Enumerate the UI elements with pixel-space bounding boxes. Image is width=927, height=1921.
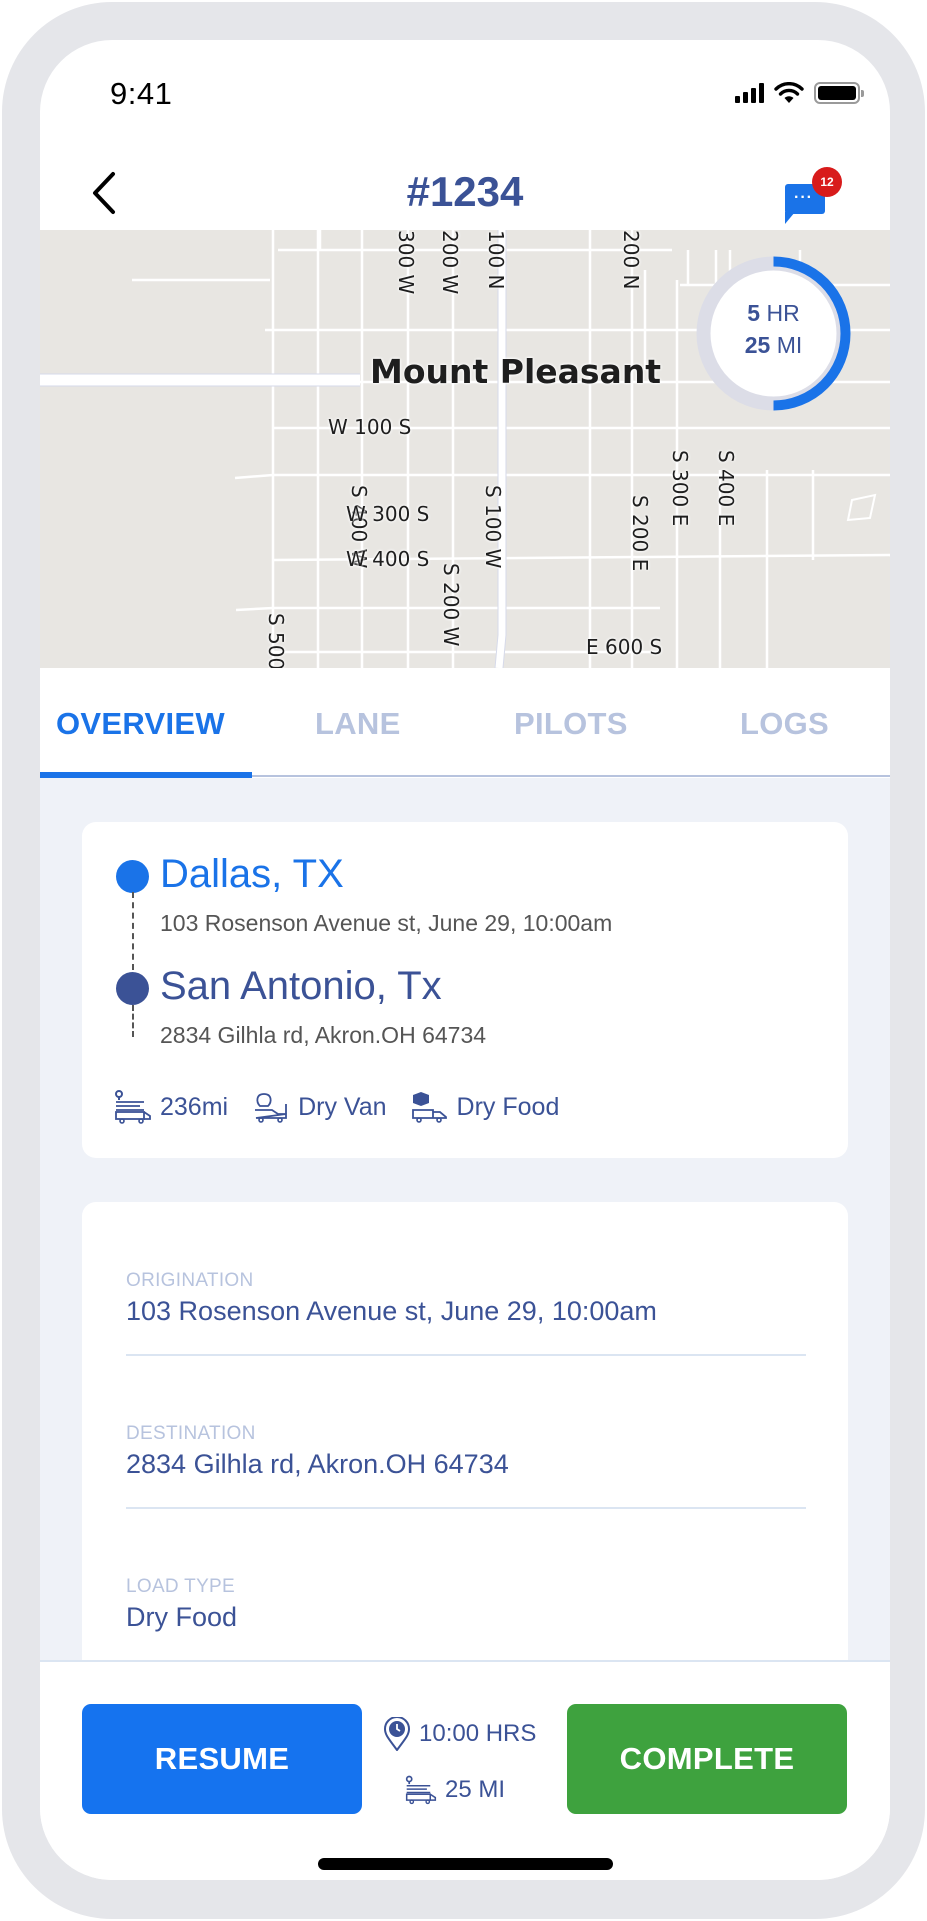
origination-value: 103 Rosenson Avenue st, June 29, 10:00am [126, 1296, 657, 1326]
map-view[interactable]: 300 W 200 W 100 N 200 N Mount Pleasant W… [40, 230, 890, 668]
route-meta: 236mi Dry Van Dry Food [114, 1090, 559, 1124]
map-street-label: 200 W [438, 230, 462, 295]
miles-value: 25 MI [445, 1776, 506, 1803]
tab-overview[interactable]: OVERVIEW [56, 706, 225, 742]
resume-button[interactable]: RESUME [82, 1704, 362, 1814]
load-type-field: LOAD TYPE Dry Food [126, 1576, 806, 1633]
origination-field: ORIGINATION 103 Rosenson Avenue st, June… [126, 1270, 806, 1327]
map-street-label: S 200 W [439, 563, 463, 647]
distance-meta: 236mi [114, 1090, 228, 1124]
route-dash-line [132, 1005, 134, 1037]
distance-label: 236mi [160, 1092, 229, 1121]
origination-label: ORIGINATION [126, 1270, 254, 1291]
load-label: Dry Food [456, 1092, 560, 1121]
map-street-label: W 100 S [328, 415, 412, 439]
clock-pin-icon [383, 1717, 411, 1751]
home-indicator[interactable] [318, 1858, 613, 1870]
miles-stat: 25 MI [383, 1770, 553, 1810]
tab-lane[interactable]: LANE [315, 706, 401, 742]
status-time: 9:41 [110, 76, 173, 111]
eta-progress-ring: 5 HR 25 MI [695, 255, 852, 412]
destination-field: DESTINATION 2834 Gilhla rd, Akron.OH 647… [126, 1423, 806, 1480]
tab-pilots[interactable]: PILOTS [514, 706, 628, 742]
wifi-icon [774, 82, 804, 103]
map-street-label: S 300 E [668, 450, 692, 527]
details-card: ORIGINATION 103 Rosenson Avenue st, June… [82, 1202, 848, 1722]
origin-dot-icon [116, 860, 149, 893]
eta-miles: 25 MI [744, 332, 803, 358]
destination-dot-icon [116, 972, 149, 1005]
tab-bar: OVERVIEW LANE PILOTS LOGS [40, 668, 890, 778]
status-icons [735, 82, 864, 104]
notification-badge: 12 [812, 167, 842, 197]
load-type-value: Dry Food [126, 1602, 238, 1632]
action-footer: RESUME 10:00 HRS 25 MI COMPLETE [40, 1660, 890, 1880]
field-divider [126, 1507, 806, 1509]
map-street-label: S 200 E [628, 495, 652, 572]
van-icon [255, 1093, 287, 1123]
complete-button[interactable]: COMPLETE [567, 1704, 847, 1814]
trip-stats: 10:00 HRS 25 MI [383, 1714, 553, 1810]
map-street-label: S 100 W [481, 485, 505, 569]
origin-city: Dallas, TX [160, 852, 344, 896]
route-truck-icon [405, 1775, 437, 1805]
phone-screen: 9:41 #1234 ··· 12 300 W 200 W 100 N 200 … [40, 40, 890, 1880]
top-nav: #1234 ··· 12 [40, 160, 890, 230]
hours-value: 10:00 HRS [419, 1720, 537, 1747]
route-card: Dallas, TX 103 Rosenson Avenue st, June … [82, 822, 848, 1158]
origin-address: 103 Rosenson Avenue st, June 29, 10:00am [160, 910, 613, 936]
overview-content: Dallas, TX 103 Rosenson Avenue st, June … [40, 778, 890, 1722]
route-truck-icon [115, 1090, 151, 1124]
destination-address: 2834 Gilhla rd, Akron.OH 64734 [160, 1022, 487, 1048]
map-street-label: S 500 [264, 613, 288, 668]
map-street-label: S 400 E [714, 450, 738, 527]
destination-city: San Antonio, Tx [160, 964, 442, 1008]
page-title: #1234 [406, 168, 524, 215]
trailer-meta: Dry Van [252, 1090, 387, 1124]
route-dash-line [132, 892, 134, 970]
eta-hours: 5 HR [747, 300, 800, 326]
map-street-label: 300 W [394, 230, 418, 295]
trailer-label: Dry Van [298, 1092, 387, 1121]
chat-button[interactable]: ··· 12 [785, 167, 845, 225]
map-street-label: 100 N [484, 230, 508, 290]
hours-stat: 10:00 HRS [383, 1714, 553, 1754]
field-divider [126, 1354, 806, 1356]
map-street-label: E 600 S [586, 635, 663, 659]
tab-logs[interactable]: LOGS [740, 706, 829, 742]
map-city-label: Mount Pleasant [370, 352, 662, 391]
cargo-truck-icon [411, 1092, 447, 1123]
destination-label: DESTINATION [126, 1423, 256, 1444]
battery-icon [814, 82, 864, 104]
map-street-label: W 400 S [346, 547, 430, 571]
map-street-label: W 300 S [346, 502, 430, 526]
destination-value: 2834 Gilhla rd, Akron.OH 64734 [126, 1449, 509, 1479]
load-meta: Dry Food [411, 1090, 560, 1124]
load-type-label: LOAD TYPE [126, 1576, 235, 1597]
cellular-signal-icon [735, 83, 764, 103]
map-street-label: 200 N [619, 230, 643, 290]
